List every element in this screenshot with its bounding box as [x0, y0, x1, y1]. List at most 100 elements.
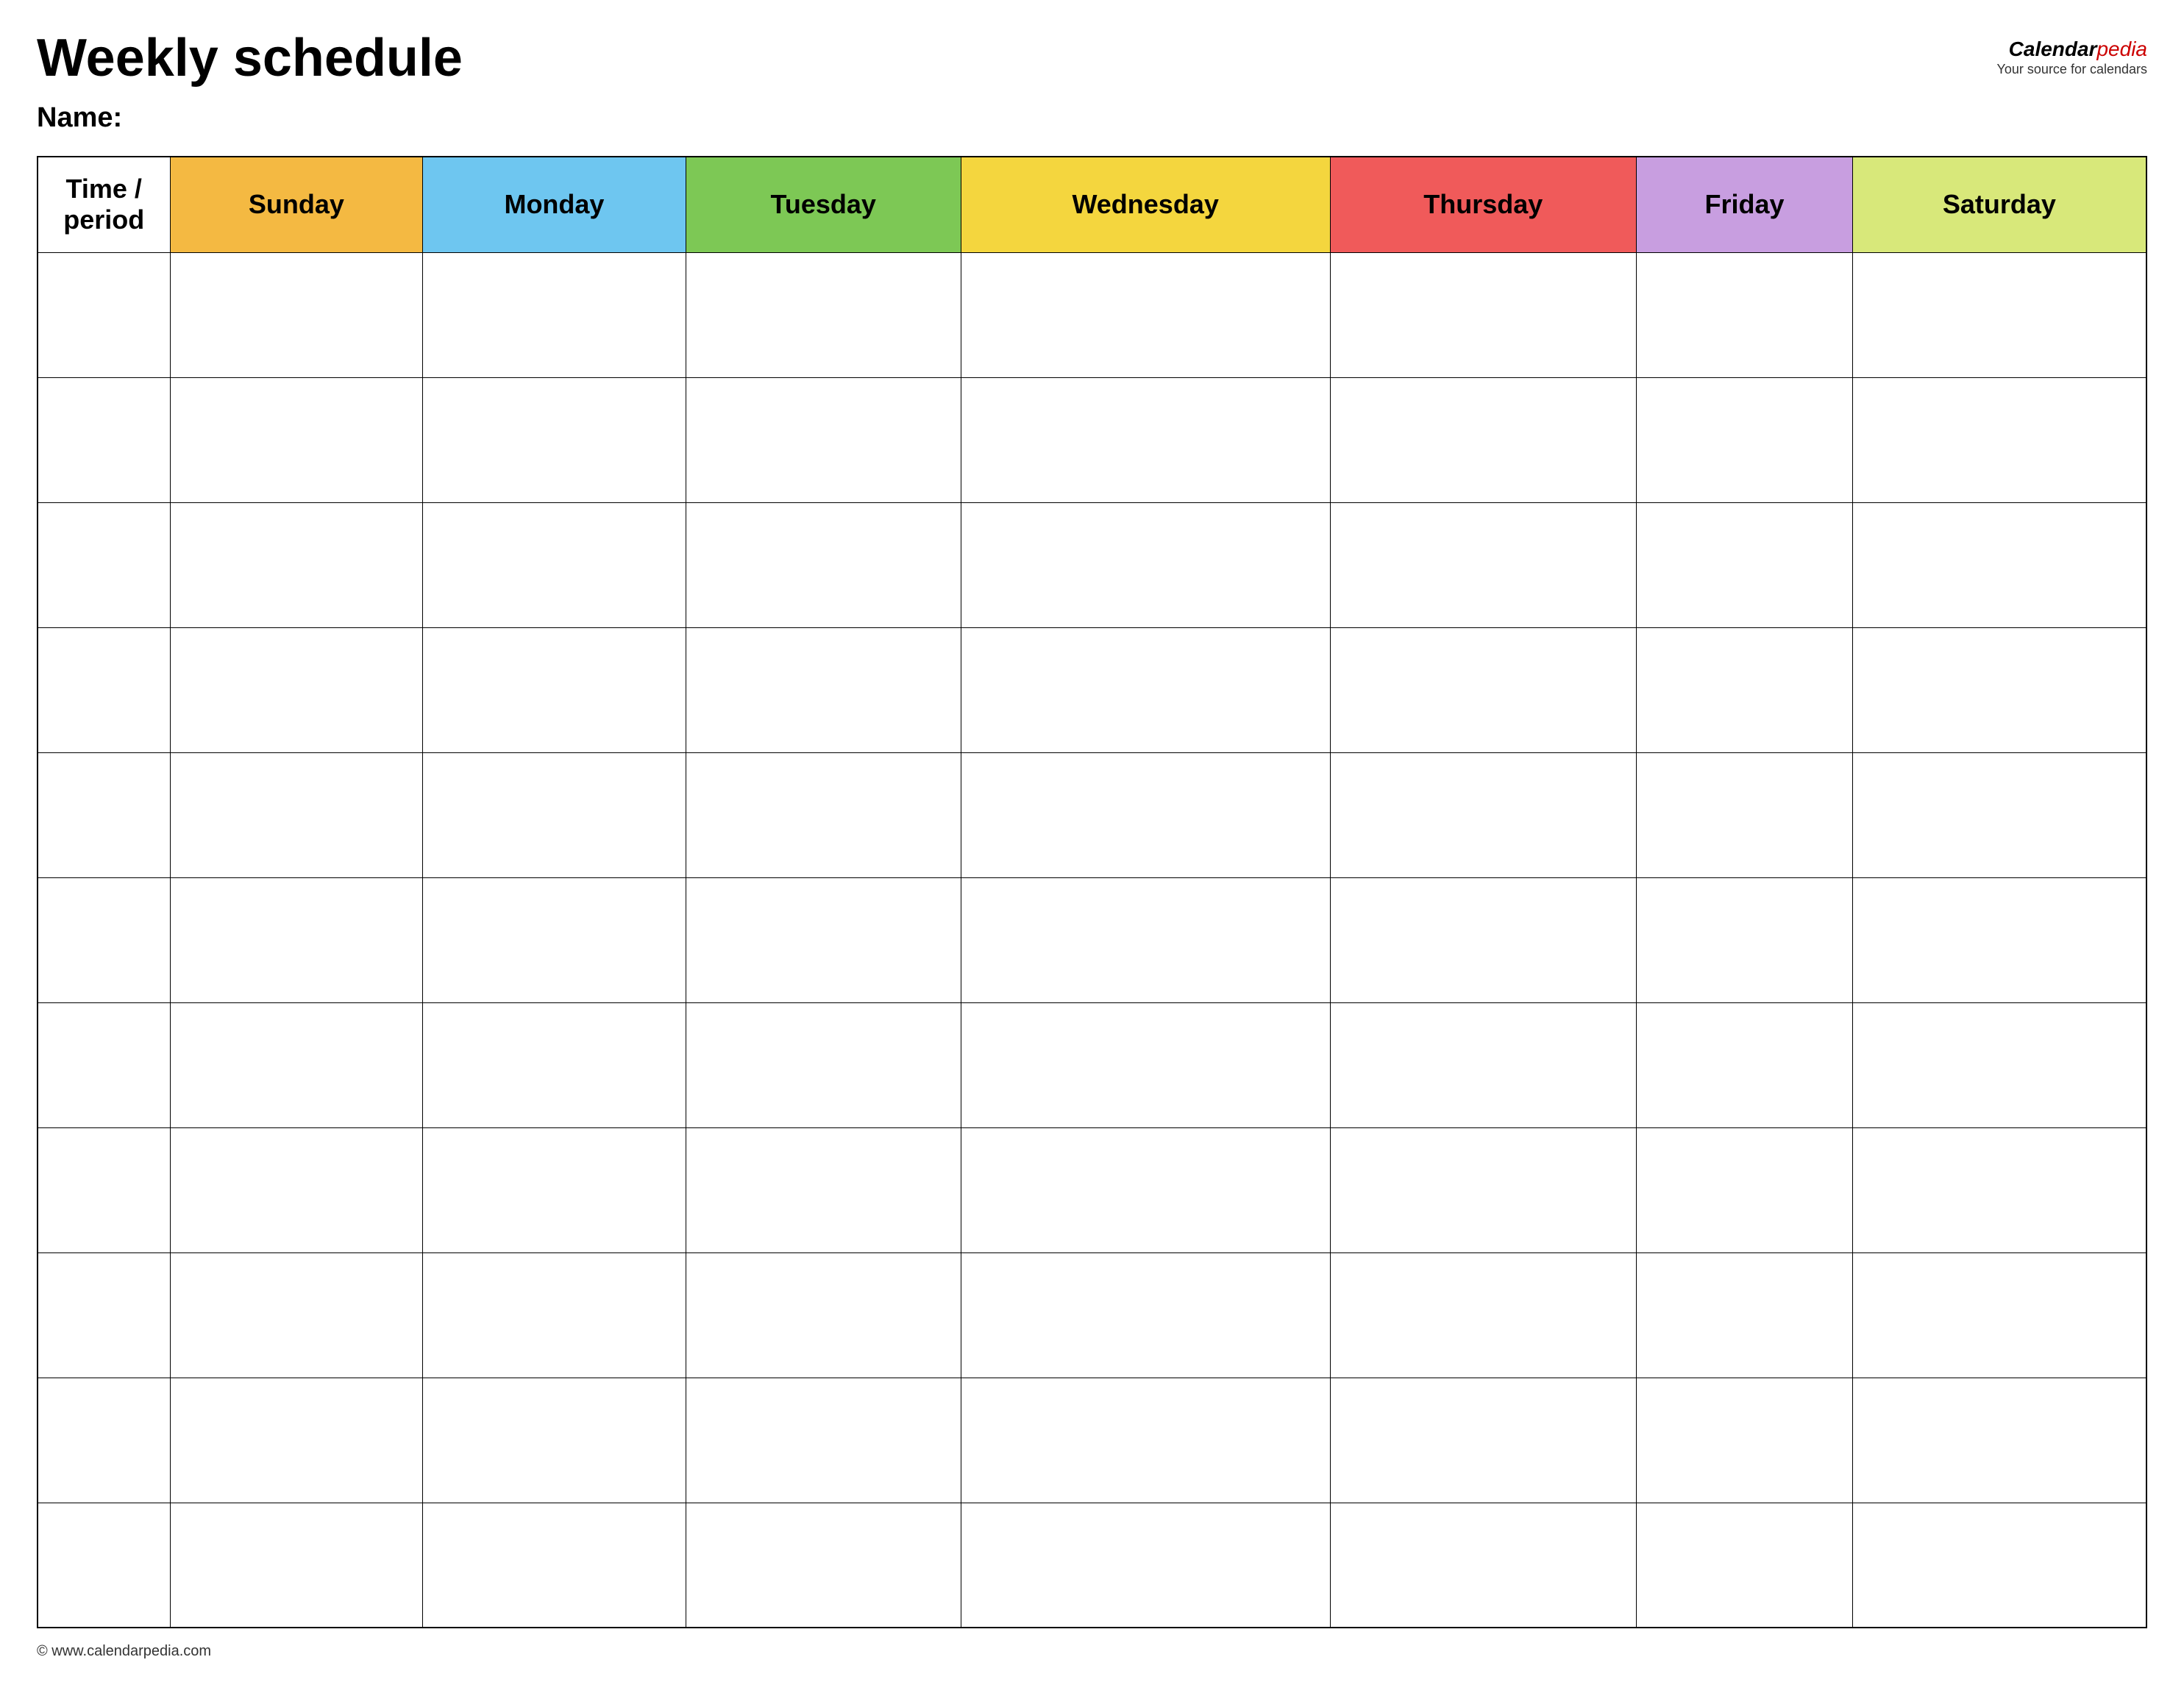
schedule-cell[interactable]	[1637, 1378, 1853, 1503]
schedule-cell[interactable]	[170, 1252, 423, 1378]
schedule-cell[interactable]	[1637, 877, 1853, 1002]
schedule-cell[interactable]	[1852, 752, 2146, 877]
schedule-cell[interactable]	[961, 502, 1330, 627]
schedule-cell[interactable]	[1330, 752, 1637, 877]
schedule-cell[interactable]	[686, 627, 961, 752]
schedule-cell[interactable]	[423, 1252, 686, 1378]
schedule-cell[interactable]	[961, 627, 1330, 752]
schedule-cell[interactable]	[961, 1127, 1330, 1252]
schedule-cell[interactable]	[1330, 1252, 1637, 1378]
page-header: Weekly schedule Calendarpedia Your sourc…	[37, 29, 2147, 88]
time-cell[interactable]	[38, 1127, 170, 1252]
schedule-cell[interactable]	[961, 1503, 1330, 1628]
table-row	[38, 627, 2146, 752]
schedule-cell[interactable]	[423, 627, 686, 752]
schedule-cell[interactable]	[961, 252, 1330, 377]
schedule-cell[interactable]	[1637, 1002, 1853, 1127]
time-cell[interactable]	[38, 1378, 170, 1503]
schedule-cell[interactable]	[686, 1503, 961, 1628]
schedule-cell[interactable]	[686, 1127, 961, 1252]
name-label: Name:	[37, 102, 122, 133]
schedule-cell[interactable]	[170, 752, 423, 877]
schedule-cell[interactable]	[1852, 377, 2146, 502]
time-cell[interactable]	[38, 1252, 170, 1378]
schedule-cell[interactable]	[1852, 1127, 2146, 1252]
time-cell[interactable]	[38, 627, 170, 752]
schedule-cell[interactable]	[1852, 627, 2146, 752]
schedule-cell[interactable]	[170, 377, 423, 502]
schedule-cell[interactable]	[423, 1002, 686, 1127]
schedule-cell[interactable]	[1330, 252, 1637, 377]
schedule-body	[38, 252, 2146, 1628]
schedule-cell[interactable]	[961, 1378, 1330, 1503]
schedule-cell[interactable]	[686, 502, 961, 627]
schedule-cell[interactable]	[686, 252, 961, 377]
time-cell[interactable]	[38, 752, 170, 877]
schedule-cell[interactable]	[961, 877, 1330, 1002]
schedule-cell[interactable]	[423, 502, 686, 627]
schedule-cell[interactable]	[1852, 1503, 2146, 1628]
table-row	[38, 1378, 2146, 1503]
schedule-cell[interactable]	[1852, 877, 2146, 1002]
time-cell[interactable]	[38, 877, 170, 1002]
schedule-cell[interactable]	[1637, 1252, 1853, 1378]
schedule-cell[interactable]	[961, 752, 1330, 877]
time-cell[interactable]	[38, 1002, 170, 1127]
schedule-cell[interactable]	[170, 1503, 423, 1628]
schedule-cell[interactable]	[170, 1002, 423, 1127]
schedule-cell[interactable]	[170, 627, 423, 752]
time-cell[interactable]	[38, 252, 170, 377]
schedule-cell[interactable]	[1852, 502, 2146, 627]
logo-area: Calendarpedia Your source for calendars	[1997, 29, 2147, 77]
schedule-cell[interactable]	[1330, 1127, 1637, 1252]
schedule-cell[interactable]	[1852, 1002, 2146, 1127]
schedule-cell[interactable]	[170, 877, 423, 1002]
schedule-cell[interactable]	[961, 1252, 1330, 1378]
schedule-cell[interactable]	[423, 1127, 686, 1252]
col-header-time: Time / period	[38, 157, 170, 252]
schedule-cell[interactable]	[1637, 502, 1853, 627]
table-row	[38, 252, 2146, 377]
schedule-cell[interactable]	[686, 1378, 961, 1503]
schedule-cell[interactable]	[686, 377, 961, 502]
schedule-cell[interactable]	[1330, 1002, 1637, 1127]
schedule-cell[interactable]	[423, 1378, 686, 1503]
schedule-table: Time / period Sunday Monday Tuesday Wedn…	[37, 156, 2147, 1628]
schedule-cell[interactable]	[1330, 1503, 1637, 1628]
schedule-cell[interactable]	[961, 377, 1330, 502]
schedule-cell[interactable]	[170, 1378, 423, 1503]
schedule-cell[interactable]	[1637, 1127, 1853, 1252]
name-section: Name:	[37, 102, 2147, 134]
schedule-cell[interactable]	[1330, 627, 1637, 752]
schedule-cell[interactable]	[423, 377, 686, 502]
schedule-cell[interactable]	[1330, 377, 1637, 502]
footer: © www.calendarpedia.com	[37, 1643, 2147, 1660]
schedule-cell[interactable]	[170, 502, 423, 627]
schedule-cell[interactable]	[1637, 252, 1853, 377]
schedule-cell[interactable]	[1637, 1503, 1853, 1628]
schedule-cell[interactable]	[1852, 1378, 2146, 1503]
schedule-cell[interactable]	[170, 1127, 423, 1252]
schedule-cell[interactable]	[423, 1503, 686, 1628]
time-cell[interactable]	[38, 377, 170, 502]
schedule-cell[interactable]	[686, 877, 961, 1002]
schedule-cell[interactable]	[686, 1002, 961, 1127]
schedule-cell[interactable]	[1852, 252, 2146, 377]
schedule-cell[interactable]	[961, 1002, 1330, 1127]
schedule-cell[interactable]	[423, 252, 686, 377]
schedule-cell[interactable]	[1330, 1378, 1637, 1503]
schedule-cell[interactable]	[1852, 1252, 2146, 1378]
schedule-cell[interactable]	[686, 1252, 961, 1378]
schedule-cell[interactable]	[423, 877, 686, 1002]
schedule-cell[interactable]	[1637, 377, 1853, 502]
schedule-cell[interactable]	[686, 752, 961, 877]
schedule-cell[interactable]	[170, 252, 423, 377]
schedule-cell[interactable]	[1637, 627, 1853, 752]
time-cell[interactable]	[38, 1503, 170, 1628]
schedule-cell[interactable]	[1330, 502, 1637, 627]
table-row	[38, 1252, 2146, 1378]
schedule-cell[interactable]	[423, 752, 686, 877]
schedule-cell[interactable]	[1330, 877, 1637, 1002]
time-cell[interactable]	[38, 502, 170, 627]
schedule-cell[interactable]	[1637, 752, 1853, 877]
